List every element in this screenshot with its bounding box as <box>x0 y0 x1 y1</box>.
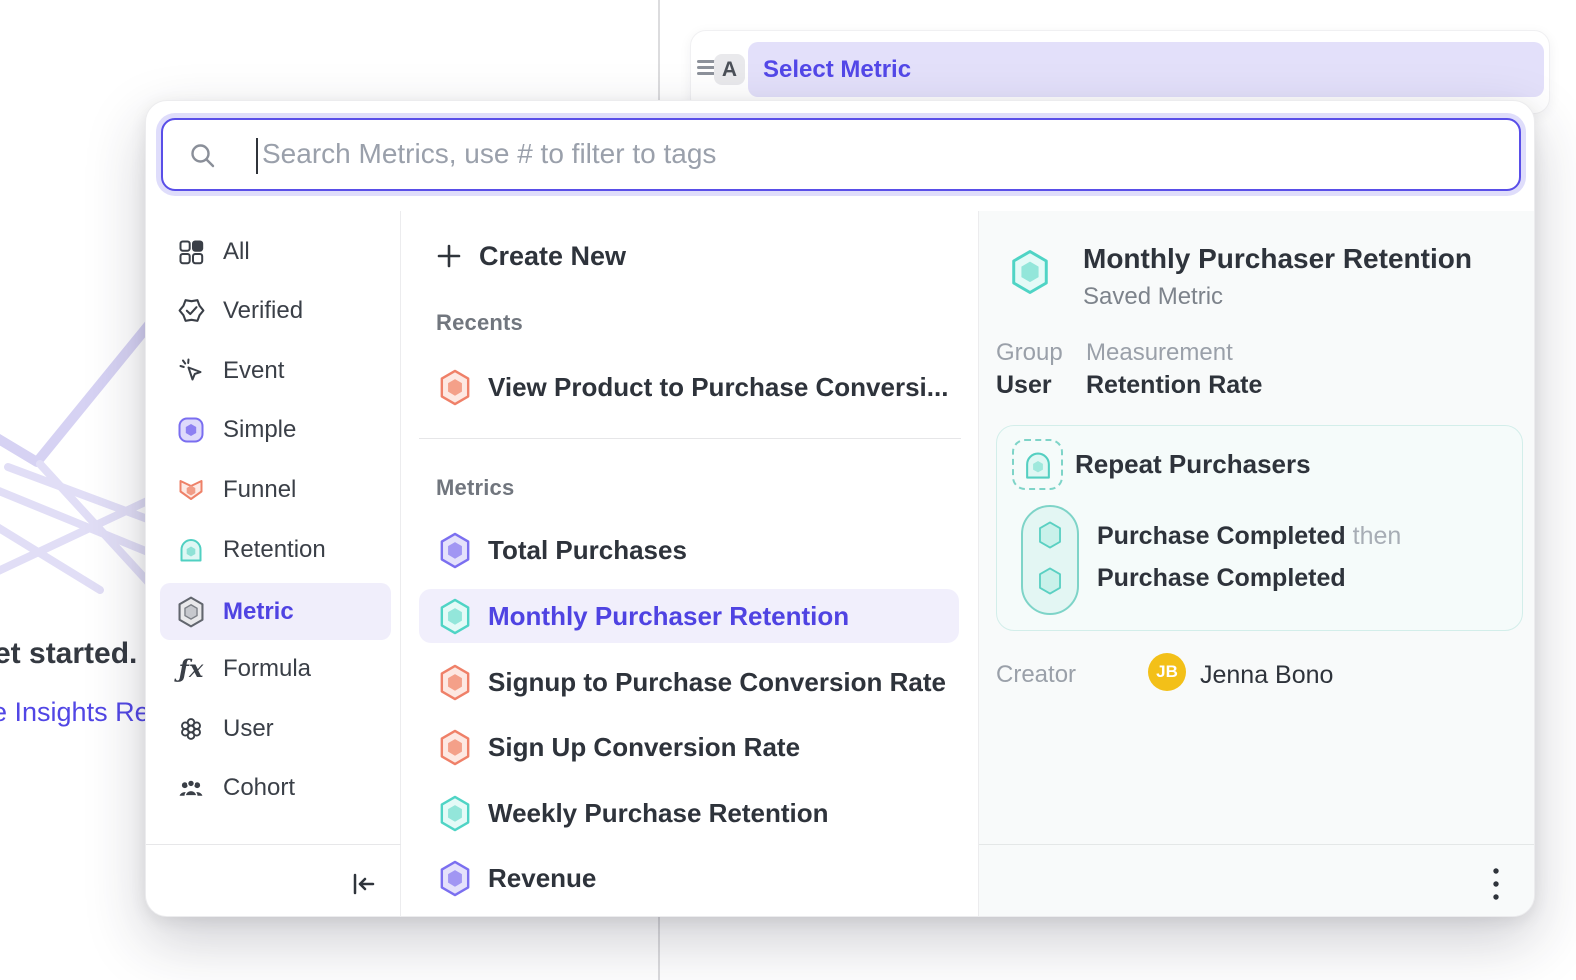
measurement-label: Measurement <box>1086 339 1233 367</box>
definition-title: Repeat Purchasers <box>1075 449 1311 480</box>
modal-columns: All Verified <box>146 211 1534 916</box>
drag-handle-icon[interactable] <box>697 60 715 76</box>
user-cluster-icon <box>176 714 206 744</box>
detail-footer-divider <box>979 844 1534 845</box>
search-input[interactable] <box>262 124 1502 184</box>
retention-hexagon-icon <box>438 598 472 635</box>
metric-name: View Product to Purchase Conversi... <box>488 372 948 403</box>
funnel-hexagon-icon <box>438 729 472 766</box>
metrics-section-label: Metrics <box>436 475 514 501</box>
metric-name: Monthly Purchaser Retention <box>488 601 849 632</box>
group-value: User <box>996 371 1052 400</box>
select-metric-button[interactable]: Select Metric <box>748 42 1544 97</box>
kebab-menu-icon <box>1492 867 1500 901</box>
create-new-button[interactable]: Create New <box>419 233 959 279</box>
retention-hexagon-icon <box>438 795 472 832</box>
retention-definition-icon <box>1012 439 1063 490</box>
metric-row-revenue[interactable]: Revenue <box>419 845 959 911</box>
measurement-value: Retention Rate <box>1086 371 1262 400</box>
funnel-hexagon-icon <box>438 664 472 701</box>
sidebar-item-label: Funnel <box>223 476 296 504</box>
funnel-hexagon-icon <box>438 369 472 406</box>
creator-label: Creator <box>996 661 1076 689</box>
search-box <box>161 118 1521 191</box>
formula-icon: ƒx <box>176 654 206 684</box>
step-2-event: Purchase Completed <box>1097 564 1346 592</box>
event-hexagon-icon <box>1037 521 1063 549</box>
metric-picker-modal: All Verified <box>145 100 1535 917</box>
metric-name: Total Purchases <box>488 535 687 566</box>
group-label: Group <box>996 339 1063 367</box>
metric-hexagon-icon <box>176 597 206 627</box>
grid-icon <box>176 237 206 267</box>
sidebar-item-label: User <box>223 715 274 743</box>
creator-avatar: JB <box>1148 653 1186 691</box>
creator-name: Jenna Bono <box>1200 661 1333 690</box>
more-options-button[interactable] <box>1475 863 1517 905</box>
sidebar-item-formula[interactable]: ƒx Formula <box>160 640 391 697</box>
metric-row-total-purchases[interactable]: Total Purchases <box>419 517 959 583</box>
metric-definition-card: Repeat Purchasers Purchase Completed the… <box>996 425 1523 631</box>
metric-row-sign-up-conversion-rate[interactable]: Sign Up Conversion Rate <box>419 714 959 780</box>
create-new-label: Create New <box>479 241 626 272</box>
metric-name: Signup to Purchase Conversion Rate <box>488 667 946 698</box>
sidebar-item-cohort[interactable]: Cohort <box>160 759 391 816</box>
sidebar-item-label: Simple <box>223 416 296 444</box>
sidebar-item-retention[interactable]: Retention <box>160 521 391 578</box>
sidebar-item-label: Cohort <box>223 774 295 802</box>
metric-name: Revenue <box>488 863 596 894</box>
definition-step-2: Purchase Completed <box>1097 564 1346 593</box>
sidebar-item-simple[interactable]: Simple <box>160 401 391 458</box>
sidebar-item-label: Verified <box>223 297 303 325</box>
simple-metric-icon <box>176 415 206 445</box>
metric-row-weekly-purchase-retention[interactable]: Weekly Purchase Retention <box>419 780 959 846</box>
cohort-people-icon <box>176 773 206 803</box>
event-sequence-pill <box>1021 505 1079 615</box>
simple-hexagon-icon <box>438 532 472 569</box>
sidebar-item-user[interactable]: User <box>160 700 391 757</box>
simple-hexagon-icon <box>438 860 472 897</box>
funnel-metric-icon <box>176 475 206 505</box>
background-insights-link-fragment[interactable]: e Insights Re <box>0 697 162 728</box>
sidebar-item-label: Formula <box>223 655 311 683</box>
text-caret <box>256 138 258 174</box>
background-heading-fragment: et started. <box>0 637 164 671</box>
sidebar-item-label: All <box>223 238 250 266</box>
sidebar-item-funnel[interactable]: Funnel <box>160 461 391 518</box>
sidebar-item-label: Metric <box>223 598 294 626</box>
definition-step-1: Purchase Completed then <box>1097 522 1401 551</box>
event-hexagon-icon <box>1037 567 1063 595</box>
recents-section-label: Recents <box>436 310 523 336</box>
event-cursor-icon <box>176 356 206 386</box>
type-filter-sidebar: All Verified <box>146 211 401 916</box>
plus-icon <box>435 242 463 270</box>
section-divider <box>419 438 961 439</box>
metric-name: Weekly Purchase Retention <box>488 798 829 829</box>
collapse-sidebar-button[interactable] <box>341 864 385 904</box>
metric-list-column: Create New Recents View Product to Purch… <box>401 211 979 916</box>
sidebar-footer-divider <box>146 844 401 845</box>
sidebar-item-metric[interactable]: Metric <box>160 583 391 640</box>
collapse-left-icon <box>350 872 376 896</box>
search-icon <box>189 142 217 170</box>
metric-name: Sign Up Conversion Rate <box>488 732 800 763</box>
retention-metric-icon <box>176 535 206 565</box>
sidebar-item-verified[interactable]: Verified <box>160 282 391 339</box>
screen: et started. e Insights Re A Select Metri… <box>0 0 1576 980</box>
recent-metric-row[interactable]: View Product to Purchase Conversi... <box>419 354 959 420</box>
detail-title: Monthly Purchaser Retention <box>1083 243 1472 275</box>
metric-row-monthly-purchaser-retention[interactable]: Monthly Purchaser Retention <box>419 589 959 643</box>
detail-subtitle: Saved Metric <box>1083 283 1223 311</box>
sidebar-item-all[interactable]: All <box>160 223 391 280</box>
retention-hexagon-icon <box>1009 249 1051 300</box>
sidebar-item-event[interactable]: Event <box>160 342 391 399</box>
sidebar-item-label: Retention <box>223 536 326 564</box>
metric-row-signup-to-purchase-conversion-rate[interactable]: Signup to Purchase Conversion Rate <box>419 649 959 715</box>
sidebar-item-label: Event <box>223 357 284 385</box>
step-1-event: Purchase Completed <box>1097 522 1346 550</box>
metric-detail-panel: Monthly Purchaser Retention Saved Metric… <box>979 211 1534 916</box>
then-connector: then <box>1353 522 1402 550</box>
series-a-badge: A <box>714 54 745 85</box>
verified-badge-icon <box>176 296 206 326</box>
